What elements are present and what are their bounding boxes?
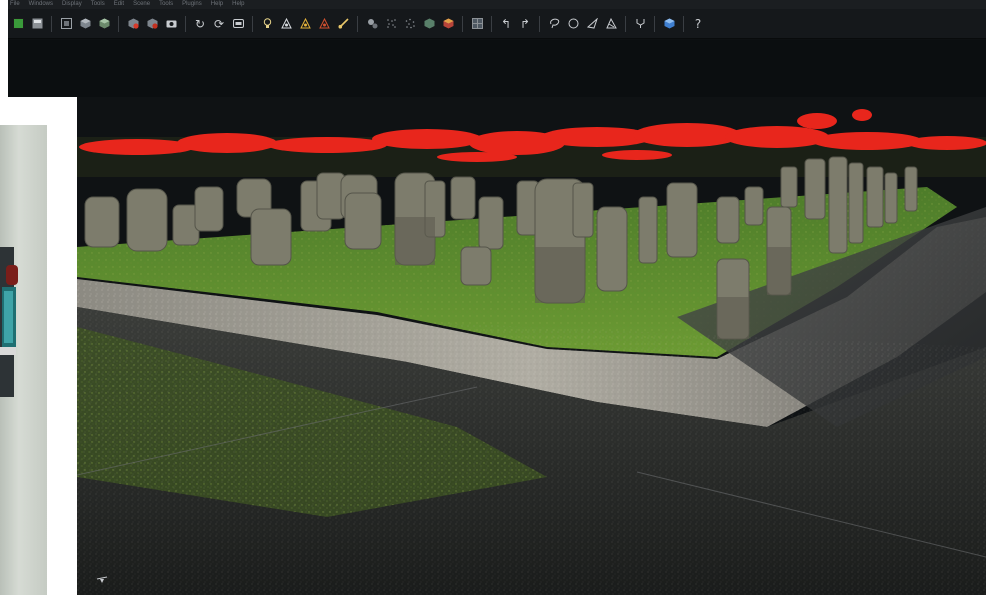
box3d-icon[interactable] [661, 15, 677, 33]
octree-icon[interactable] [421, 15, 437, 33]
viewport-icon[interactable] [230, 15, 246, 33]
toolbar-separator [539, 15, 540, 32]
delete-icon[interactable] [125, 15, 141, 33]
color-cube-icon[interactable] [440, 15, 456, 33]
menu-item[interactable]: Edit [114, 0, 124, 9]
camera-icon[interactable] [163, 15, 179, 33]
triangle-icon[interactable] [316, 15, 332, 33]
brush-icon[interactable] [335, 15, 351, 33]
toolbar-separator [625, 15, 626, 32]
new-icon[interactable] [10, 15, 26, 33]
menu-item[interactable]: Scene [133, 0, 150, 9]
circle-icon[interactable] [565, 15, 581, 33]
help-icon[interactable]: ? [690, 15, 706, 33]
delete-icon[interactable] [144, 15, 160, 33]
menu-item[interactable]: Tools [159, 0, 173, 9]
scanner-device-image [0, 247, 18, 397]
fork-icon[interactable] [632, 15, 648, 33]
cube-icon[interactable] [96, 15, 112, 33]
redo-icon[interactable]: ↱ [517, 15, 533, 33]
toolbar-separator [118, 15, 119, 32]
toolbar-separator [491, 15, 492, 32]
undo-icon[interactable]: ↰ [498, 15, 514, 33]
scatter-icon[interactable] [383, 15, 399, 33]
rotate-left-icon[interactable]: ↻ [192, 15, 208, 33]
triangle-icon[interactable] [278, 15, 294, 33]
toolbar-separator [185, 15, 186, 32]
cube-icon[interactable] [77, 15, 93, 33]
pick-icon[interactable] [584, 15, 600, 33]
3d-viewport[interactable] [77, 97, 986, 595]
triangle-icon[interactable] [297, 15, 313, 33]
menu-item[interactable]: File [10, 0, 20, 9]
menu-item[interactable]: Help [211, 0, 223, 9]
save-icon[interactable] [29, 15, 45, 33]
main-toolbar: ↻ ⟳ ↰ ↱ ? [8, 9, 986, 39]
point-cloud-scene[interactable] [77, 97, 986, 595]
menu-item[interactable]: Help [232, 0, 244, 9]
toolbar-separator [462, 15, 463, 32]
viewport-background [8, 40, 986, 97]
rotate-icon[interactable]: ⟳ [211, 15, 227, 33]
plane-icon[interactable] [603, 15, 619, 33]
lasso-icon[interactable] [546, 15, 562, 33]
menu-item[interactable]: Display [62, 0, 82, 9]
menu-item[interactable]: Windows [29, 0, 53, 9]
axis-indicator-icon [96, 576, 108, 583]
snapshot-icon[interactable] [58, 15, 74, 33]
mesh-icon[interactable] [469, 15, 485, 33]
toolbar-separator [252, 15, 253, 32]
menu-bar: File Windows Display Tools Edit Scene To… [8, 0, 986, 9]
device-photo-inset [0, 97, 77, 595]
light-icon[interactable] [259, 15, 275, 33]
toolbar-separator [51, 15, 52, 32]
toolbar-separator [357, 15, 358, 32]
menu-item[interactable]: Plugins [182, 0, 202, 9]
toolbar-separator [654, 15, 655, 32]
ground-texture [77, 307, 986, 595]
menu-item[interactable]: Tools [91, 0, 105, 9]
segment-icon[interactable] [364, 15, 380, 33]
toolbar-separator [683, 15, 684, 32]
scatter-icon[interactable] [402, 15, 418, 33]
